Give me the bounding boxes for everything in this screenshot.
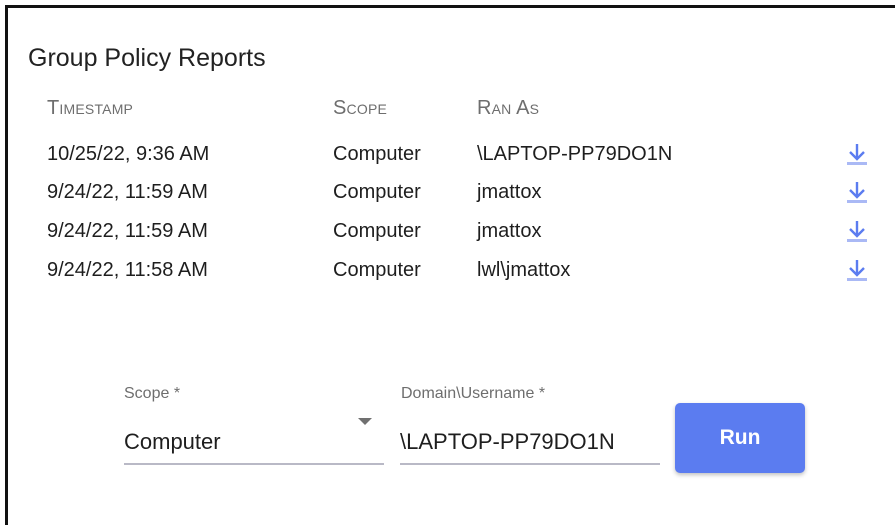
group-policy-reports-panel: Group Policy Reports Timestamp Scope Ran… <box>5 5 895 525</box>
page-title: Group Policy Reports <box>28 44 266 72</box>
domain-username-label: Domain\Username * <box>401 385 546 402</box>
row-ran-as: jmattox <box>477 181 542 203</box>
scope-select-value: Computer <box>124 429 221 454</box>
domain-username-value: \LAPTOP-PP79DO1N <box>400 429 615 454</box>
table-row: 9/24/22, 11:59 AM Computer jmattox <box>8 216 868 254</box>
scope-label: Scope * <box>124 385 181 402</box>
dropdown-arrow-icon[interactable] <box>358 418 372 425</box>
table-row: 9/24/22, 11:58 AM Computer lwl\jmattox <box>8 255 868 293</box>
download-icon[interactable] <box>846 142 868 168</box>
row-timestamp: 9/24/22, 11:59 AM <box>47 181 208 203</box>
row-timestamp: 9/24/22, 11:59 AM <box>47 220 208 242</box>
download-icon[interactable] <box>846 180 868 206</box>
domain-username-input[interactable]: \LAPTOP-PP79DO1N <box>400 425 660 465</box>
row-scope: Computer <box>333 143 421 165</box>
row-ran-as: lwl\jmattox <box>477 259 571 281</box>
column-header-timestamp: Timestamp <box>47 97 134 119</box>
row-scope: Computer <box>333 259 421 281</box>
run-button[interactable]: Run <box>675 403 805 473</box>
row-timestamp: 10/25/22, 9:36 AM <box>47 143 210 165</box>
column-header-scope: Scope <box>333 97 388 119</box>
row-ran-as: \LAPTOP-PP79DO1N <box>477 143 673 165</box>
download-icon[interactable] <box>846 258 868 284</box>
download-icon[interactable] <box>846 219 868 245</box>
column-header-ran-as: Ran As <box>477 97 540 119</box>
table-row: 9/24/22, 11:59 AM Computer jmattox <box>8 177 868 215</box>
row-timestamp: 9/24/22, 11:58 AM <box>47 259 208 281</box>
row-scope: Computer <box>333 220 421 242</box>
scope-select[interactable]: Computer <box>124 425 384 465</box>
table-row: 10/25/22, 9:36 AM Computer \LAPTOP-PP79D… <box>8 139 868 177</box>
row-ran-as: jmattox <box>477 220 542 242</box>
row-scope: Computer <box>333 181 421 203</box>
